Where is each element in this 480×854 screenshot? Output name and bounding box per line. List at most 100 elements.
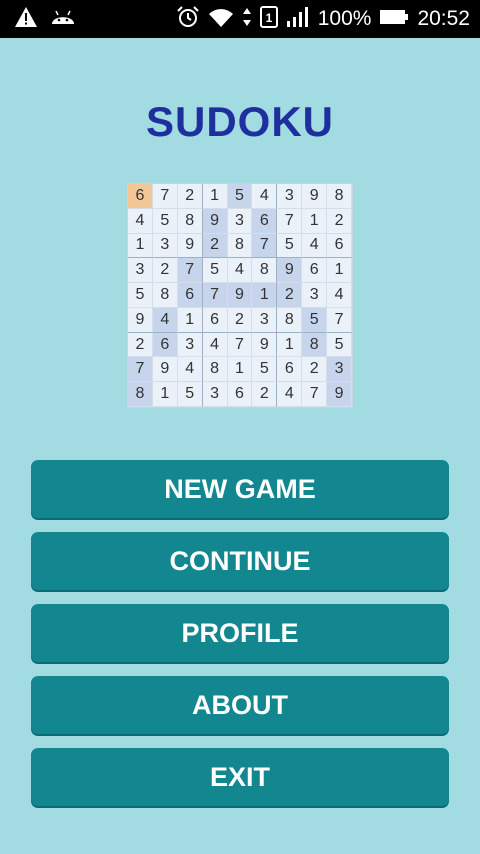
board-cell: 4 bbox=[152, 307, 178, 333]
board-cell: 9 bbox=[152, 357, 178, 383]
board-cell: 9 bbox=[177, 233, 203, 259]
board-cell: 3 bbox=[227, 208, 253, 234]
board-cell: 7 bbox=[177, 258, 203, 284]
board-cell: 6 bbox=[327, 233, 352, 259]
board-cell: 6 bbox=[128, 184, 153, 209]
board-cell: 8 bbox=[252, 258, 278, 284]
board-cell: 7 bbox=[252, 233, 278, 259]
board-cell: 4 bbox=[277, 382, 303, 407]
board-cell: 7 bbox=[152, 184, 178, 209]
board-cell: 2 bbox=[327, 208, 352, 234]
board-cell: 8 bbox=[152, 283, 178, 308]
board-cell: 7 bbox=[302, 382, 328, 407]
board-cell: 9 bbox=[277, 258, 303, 284]
board-cell: 4 bbox=[302, 233, 328, 259]
sim-icon: 1 bbox=[259, 6, 278, 32]
app-title: SUDOKU bbox=[145, 98, 334, 145]
board-cell: 5 bbox=[302, 307, 328, 333]
board-cell: 9 bbox=[302, 184, 328, 209]
board-cell: 7 bbox=[128, 357, 153, 383]
board-cell: 6 bbox=[202, 307, 228, 333]
board-cell: 3 bbox=[152, 233, 178, 259]
board-cell: 8 bbox=[302, 332, 328, 358]
board-cell: 1 bbox=[227, 357, 253, 383]
board-cell: 5 bbox=[152, 208, 178, 234]
board-cell: 2 bbox=[227, 307, 253, 333]
about-button[interactable]: ABOUT bbox=[31, 676, 449, 734]
board-cell: 4 bbox=[128, 208, 153, 234]
status-bar-left bbox=[14, 6, 88, 32]
board-cell: 8 bbox=[327, 184, 352, 209]
android-icon bbox=[50, 8, 76, 30]
board-cell: 6 bbox=[277, 357, 303, 383]
board-cell: 5 bbox=[252, 357, 278, 383]
board-cell: 8 bbox=[177, 208, 203, 234]
clock: 20:52 bbox=[417, 7, 470, 30]
board-cell: 3 bbox=[177, 332, 203, 358]
board-cell: 5 bbox=[177, 382, 203, 407]
board-cell: 9 bbox=[252, 332, 278, 358]
battery-percent: 100% bbox=[317, 7, 372, 30]
board-cell: 2 bbox=[302, 357, 328, 383]
board-cell: 3 bbox=[327, 357, 352, 383]
board-cell: 1 bbox=[277, 332, 303, 358]
board-cell: 5 bbox=[327, 332, 352, 358]
board-cell: 1 bbox=[152, 382, 178, 407]
board-cell: 1 bbox=[327, 258, 352, 284]
board-cell: 4 bbox=[177, 357, 203, 383]
board-cell: 2 bbox=[177, 184, 203, 209]
board-cell: 3 bbox=[277, 184, 303, 209]
sudoku-board-preview: 6721543984589367121392875463275489615867… bbox=[127, 183, 353, 408]
board-cell: 3 bbox=[252, 307, 278, 333]
board-cell: 9 bbox=[128, 307, 153, 333]
profile-button[interactable]: PROFILE bbox=[31, 604, 449, 662]
board-cell: 1 bbox=[177, 307, 203, 333]
board-cell: 8 bbox=[227, 233, 253, 259]
board-cell: 1 bbox=[302, 208, 328, 234]
board-cell: 6 bbox=[227, 382, 253, 407]
board-cell: 1 bbox=[252, 283, 278, 308]
board-cell: 2 bbox=[252, 382, 278, 407]
status-bar: 1 100% 20:52 bbox=[0, 0, 480, 38]
exit-button[interactable]: EXIT bbox=[31, 748, 449, 806]
board-cell: 7 bbox=[277, 208, 303, 234]
board-cell: 2 bbox=[128, 332, 153, 358]
board-cell: 2 bbox=[277, 283, 303, 308]
status-bar-right: 1 100% 20:52 bbox=[168, 5, 470, 33]
board-cell: 7 bbox=[227, 332, 253, 358]
board-cell: 7 bbox=[327, 307, 352, 333]
board-cell: 7 bbox=[202, 283, 228, 308]
board-cell: 8 bbox=[277, 307, 303, 333]
board-cell: 9 bbox=[327, 382, 352, 407]
board-cell: 8 bbox=[128, 382, 153, 407]
board-cell: 6 bbox=[302, 258, 328, 284]
board-cell: 5 bbox=[128, 283, 153, 308]
board-cell: 2 bbox=[152, 258, 178, 284]
board-cell: 6 bbox=[152, 332, 178, 358]
board-cell: 9 bbox=[227, 283, 253, 308]
board-cell: 9 bbox=[202, 208, 228, 234]
board-cell: 5 bbox=[202, 258, 228, 284]
board-cell: 4 bbox=[327, 283, 352, 308]
continue-button[interactable]: CONTINUE bbox=[31, 532, 449, 590]
board-cell: 6 bbox=[177, 283, 203, 308]
signal-icon bbox=[286, 6, 310, 32]
board-cell: 1 bbox=[128, 233, 153, 259]
board-cell: 3 bbox=[202, 382, 228, 407]
battery-icon bbox=[379, 9, 409, 29]
board-cell: 1 bbox=[202, 184, 228, 209]
board-cell: 3 bbox=[302, 283, 328, 308]
board-cell: 2 bbox=[202, 233, 228, 259]
data-arrows-icon bbox=[242, 7, 252, 31]
wifi-icon bbox=[208, 7, 234, 31]
board-cell: 4 bbox=[227, 258, 253, 284]
svg-text:1: 1 bbox=[265, 11, 272, 25]
board-cell: 3 bbox=[128, 258, 153, 284]
board-cell: 6 bbox=[252, 208, 278, 234]
board-cell: 4 bbox=[202, 332, 228, 358]
warning-icon bbox=[14, 6, 38, 32]
main-menu: NEW GAME CONTINUE PROFILE ABOUT EXIT bbox=[31, 460, 449, 820]
new-game-button[interactable]: NEW GAME bbox=[31, 460, 449, 518]
board-cell: 8 bbox=[202, 357, 228, 383]
alarm-icon bbox=[176, 5, 200, 33]
